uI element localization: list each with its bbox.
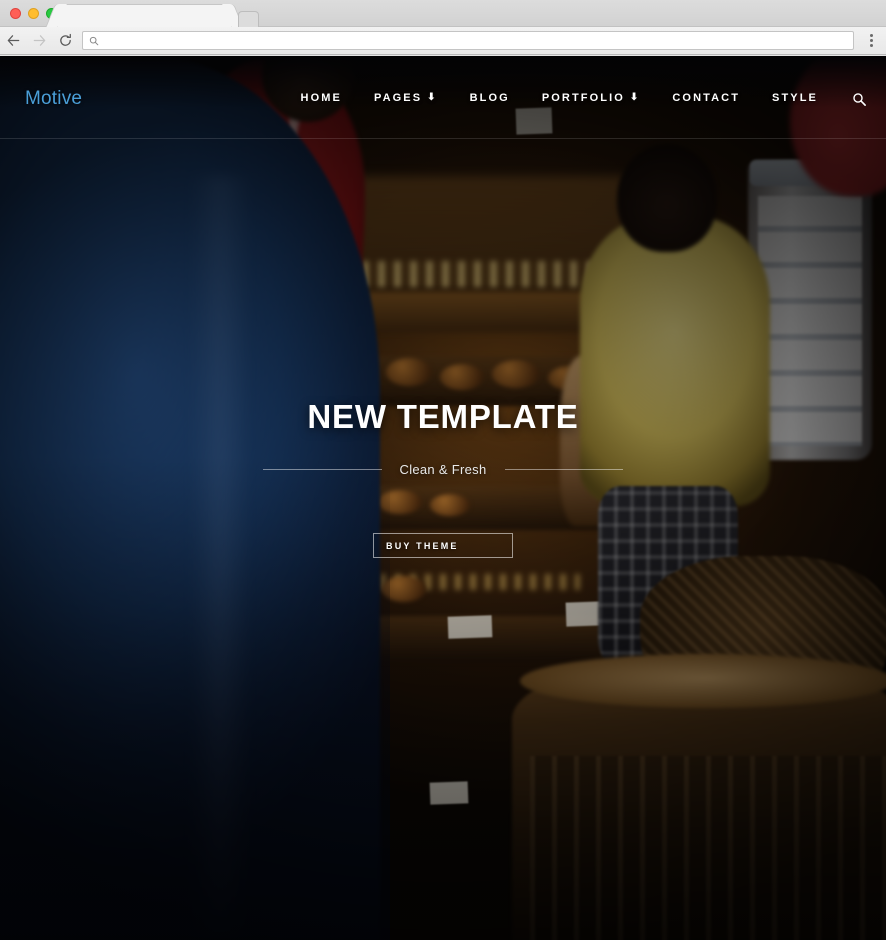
nav-label: CONTACT bbox=[672, 92, 741, 104]
nav-label: HOME bbox=[300, 92, 342, 104]
close-window-button[interactable] bbox=[10, 8, 21, 19]
buy-theme-button[interactable]: BUY THEME bbox=[373, 533, 513, 558]
nav-item-pages[interactable]: PAGES ⬇ bbox=[358, 92, 454, 104]
nav-label: PAGES bbox=[373, 92, 423, 104]
back-arrow-icon bbox=[7, 35, 19, 46]
nav-item-portfolio[interactable]: PORTFOLIO ⬇ bbox=[526, 92, 657, 104]
forward-arrow-icon bbox=[33, 35, 45, 46]
site-search-button[interactable] bbox=[848, 88, 870, 110]
back-button[interactable] bbox=[0, 28, 26, 54]
browser-menu-button[interactable] bbox=[860, 28, 882, 54]
new-tab-button[interactable] bbox=[238, 11, 259, 27]
minimize-window-button[interactable] bbox=[28, 8, 39, 19]
hero-title: NEW TEMPLATE bbox=[307, 398, 579, 435]
nav-label: PORTFOLIO bbox=[541, 92, 625, 104]
site-logo[interactable]: Motive bbox=[25, 88, 82, 110]
main-menu: HOME PAGES ⬇ BLOG PORTFOLIO ⬇ CONTACT ST… bbox=[285, 92, 834, 104]
hero-rule-right bbox=[504, 469, 623, 470]
hero-section: Motive HOME PAGES ⬇ BLOG PORTFOLIO ⬇ CON… bbox=[0, 56, 886, 940]
nav-label: BLOG bbox=[469, 92, 510, 104]
site-navigation: Motive HOME PAGES ⬇ BLOG PORTFOLIO ⬇ CON… bbox=[0, 56, 886, 140]
hero-subtitle-row: Clean & Fresh bbox=[263, 462, 623, 477]
hero-content: NEW TEMPLATE Clean & Fresh BUY THEME bbox=[0, 56, 886, 940]
nav-item-home[interactable]: HOME bbox=[285, 92, 358, 104]
browser-toolbar bbox=[0, 27, 886, 55]
reload-button[interactable] bbox=[52, 28, 78, 54]
tab-strip bbox=[0, 0, 886, 28]
nav-item-style[interactable]: STYLE bbox=[756, 92, 834, 104]
page-viewport: Motive HOME PAGES ⬇ BLOG PORTFOLIO ⬇ CON… bbox=[0, 56, 886, 940]
search-icon bbox=[852, 92, 866, 106]
address-input[interactable] bbox=[105, 34, 847, 47]
browser-window: Motive HOME PAGES ⬇ BLOG PORTFOLIO ⬇ CON… bbox=[0, 0, 886, 940]
nav-label: STYLE bbox=[772, 92, 818, 104]
chevron-down-icon: ⬇ bbox=[427, 92, 438, 103]
three-dot-menu-icon bbox=[869, 34, 873, 37]
forward-button[interactable] bbox=[26, 28, 52, 54]
nav-divider bbox=[0, 138, 886, 139]
hero-subtitle: Clean & Fresh bbox=[399, 462, 487, 477]
nav-item-blog[interactable]: BLOG bbox=[454, 92, 526, 104]
address-bar[interactable] bbox=[82, 31, 854, 50]
hero-rule-left bbox=[263, 469, 382, 470]
browser-tab[interactable] bbox=[57, 4, 232, 28]
reload-icon bbox=[59, 33, 71, 46]
search-icon bbox=[89, 36, 99, 45]
nav-item-contact[interactable]: CONTACT bbox=[656, 92, 756, 104]
chevron-down-icon: ⬇ bbox=[629, 92, 641, 103]
